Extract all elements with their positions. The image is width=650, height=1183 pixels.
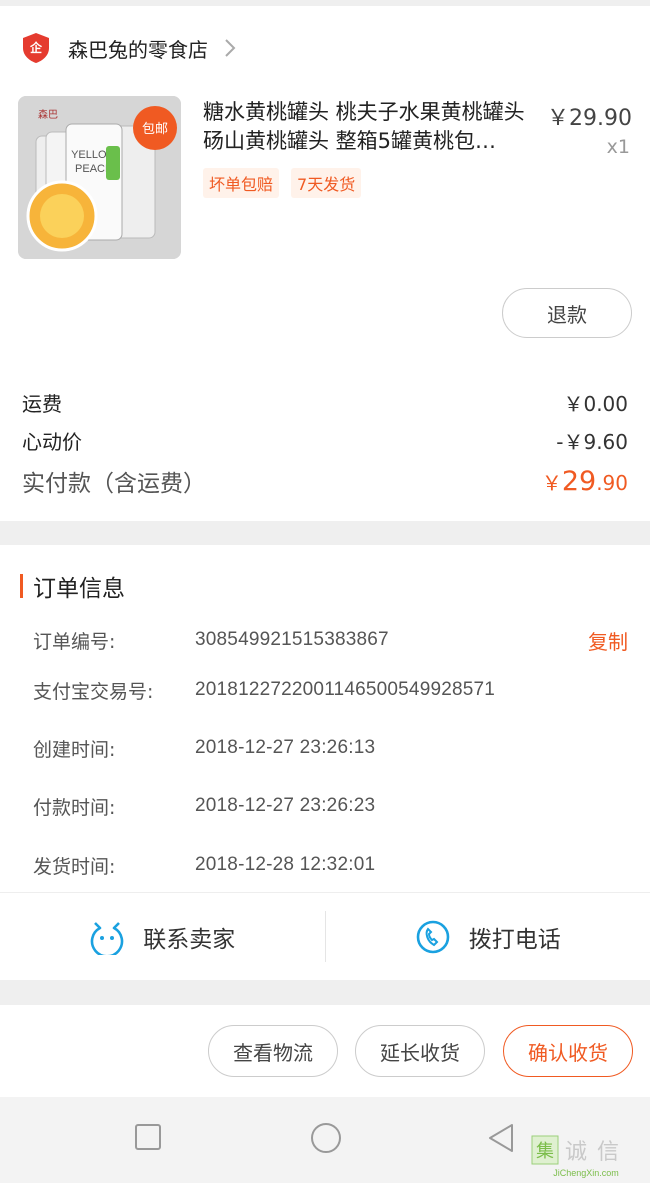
shipped-time-row: 发货时间: 2018-12-28 12:32:01 [33,850,628,880]
discount-value: -￥9.60 [556,430,628,454]
shipping-fee-value: ￥0.00 [563,392,628,416]
phone-icon [416,920,450,953]
paid-time-value: 2018-12-27 23:26:23 [195,795,376,816]
alipay-trade-value: 2018122722001146500549928571 [195,679,496,700]
total-integer: 29 [561,465,597,497]
product-tags: 坏单包赔 7天发货 [203,168,362,198]
contact-seller-label: 联系卖家 [143,926,236,953]
chat-face-icon [90,921,124,955]
peach-can-illustration: YELLOW PEACH 包邮 森巴 [18,96,181,259]
order-info-header: 订单信息 [20,569,125,603]
created-time-label: 创建时间: [33,738,116,761]
discount-row: 心动价 -￥9.60 [22,426,628,455]
recents-square-icon[interactable] [134,1123,162,1151]
product-quantity: x1 [606,136,630,158]
order-item-card: 企 森巴兔的零食店 YELLOW PEACH 包邮 森巴 糖水黄桃罐头 桃夫子水… [0,6,650,521]
total-paid-row: 实付款（含运费） ￥29.90 [22,464,628,498]
call-phone-label: 拨打电话 [468,926,561,953]
created-time-row: 创建时间: 2018-12-27 23:26:13 [33,733,628,763]
svg-text:森巴: 森巴 [38,108,58,121]
copy-order-number-button[interactable]: 复制 [588,626,628,655]
paid-time-row: 付款时间: 2018-12-27 23:26:23 [33,791,628,821]
svg-text:集: 集 [536,1141,554,1162]
extend-receipt-button[interactable]: 延长收货 [355,1025,485,1077]
watermark-logo: 集 诚 信 JiChengXin.com [531,1135,619,1178]
order-number-label: 订单编号: [33,630,116,653]
shop-badge-icon: 企 [23,33,49,63]
free-shipping-badge: 包邮 [142,122,168,137]
total-currency: ￥ [541,470,562,495]
contact-bar: 联系卖家 拨打电话 [0,893,650,980]
total-decimal: .90 [596,470,628,495]
shipping-fee-label: 运费 [22,392,62,416]
shipped-time-label: 发货时间: [33,855,116,878]
order-info-card: 订单信息 订单编号: 308549921515383867 复制 支付宝交易号:… [0,545,650,980]
contact-seller-button[interactable]: 联系卖家 [0,893,325,980]
refund-button[interactable]: 退款 [502,288,632,338]
discount-label: 心动价 [22,430,82,454]
created-time-value: 2018-12-27 23:26:13 [195,737,376,758]
view-logistics-button[interactable]: 查看物流 [208,1025,338,1077]
back-triangle-icon[interactable] [486,1123,516,1153]
product-image[interactable]: YELLOW PEACH 包邮 森巴 [18,96,181,259]
shipped-time-value: 2018-12-28 12:32:01 [195,854,376,875]
shipping-fee-row: 运费 ￥0.00 [22,388,628,417]
alipay-trade-label: 支付宝交易号: [33,680,154,703]
order-number-row: 订单编号: 308549921515383867 复制 [33,625,628,655]
tag-damage-guarantee: 坏单包赔 [203,168,280,198]
chevron-right-icon [225,39,236,57]
shop-name: 森巴兔的零食店 [68,37,208,62]
svg-text:企: 企 [29,40,43,55]
call-phone-button[interactable]: 拨打电话 [326,893,650,980]
svg-text:诚: 诚 [565,1140,587,1165]
order-number-value: 308549921515383867 [195,629,389,650]
shop-row[interactable]: 企 森巴兔的零食店 [22,28,236,68]
section-accent-bar [20,574,23,598]
total-paid-value: ￥29.90 [542,466,628,497]
total-paid-label: 实付款（含运费） [22,471,206,497]
confirm-receipt-button[interactable]: 确认收货 [503,1025,633,1077]
svg-text:JiChengXin.com: JiChengXin.com [553,1168,619,1178]
tag-ship-7-days: 7天发货 [291,168,362,198]
order-info-title: 订单信息 [33,576,125,602]
product-price: ￥29.90 [547,106,632,131]
order-action-bar: 查看物流 延长收货 确认收货 [0,1005,650,1097]
home-circle-icon[interactable] [309,1123,343,1157]
svg-text:信: 信 [597,1140,619,1165]
alipay-trade-row: 支付宝交易号: 2018122722001146500549928571 [33,675,628,705]
paid-time-label: 付款时间: [33,796,116,819]
product-title[interactable]: 糖水黄桃罐头 桃夫子水果黄桃罐头砀山黄桃罐头 整箱5罐黄桃包… [203,98,538,156]
